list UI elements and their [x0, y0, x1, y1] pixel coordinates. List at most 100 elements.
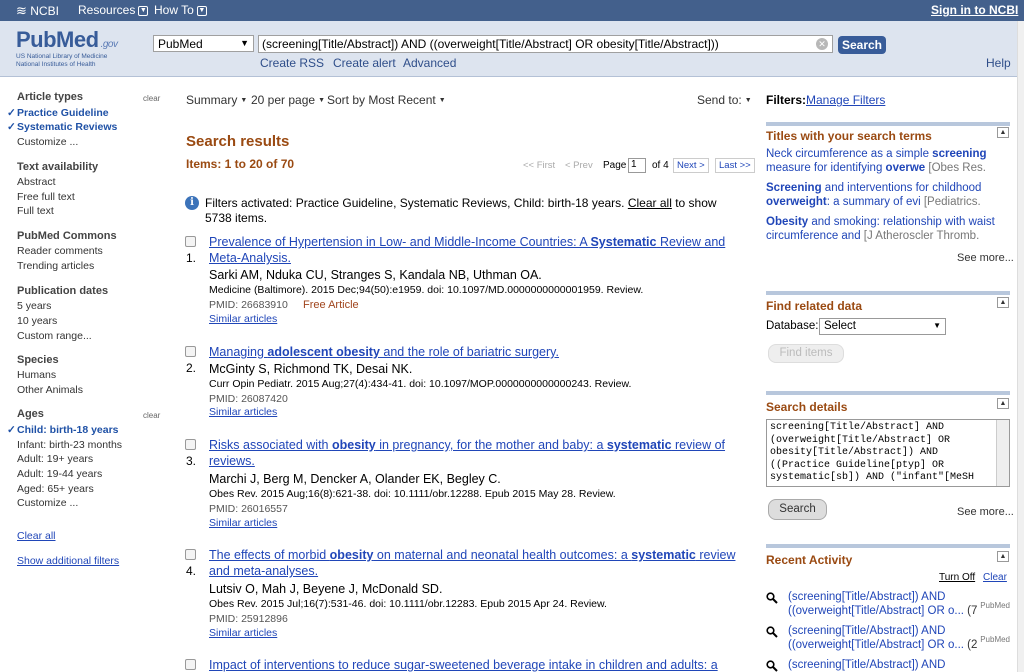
article-types-clear[interactable]: clear [143, 94, 160, 103]
help-link[interactable]: Help [986, 56, 1011, 70]
clear-activity-link[interactable]: Clear [983, 572, 1007, 583]
collapse-icon[interactable]: ▲ [997, 551, 1009, 562]
activity-count: (2 [967, 639, 978, 651]
section-divider [766, 544, 1010, 548]
details-see-more-link[interactable]: See more... [957, 506, 1014, 518]
sign-in-link[interactable]: Sign in to NCBI [931, 3, 1018, 17]
filter-5-years[interactable]: 5 years [17, 300, 51, 312]
filter-abstract[interactable]: Abstract [17, 176, 56, 188]
activity-line: ((overweight[Title/Abstract] OR o... [788, 639, 964, 651]
collapse-icon[interactable]: ▲ [997, 398, 1009, 409]
filter-free-full-text[interactable]: Free full text [17, 191, 75, 203]
related-title-link[interactable]: Obesity and smoking: relationship with w… [766, 215, 1010, 243]
filter-humans[interactable]: Humans [17, 369, 56, 381]
page-number-input[interactable]: 1 [628, 158, 646, 173]
result-checkbox[interactable] [185, 549, 196, 560]
section-divider [766, 291, 1010, 295]
related-title-link[interactable]: Screening and interventions for childhoo… [766, 181, 1010, 209]
result-checkbox[interactable] [185, 236, 196, 247]
result-journal: Obes Rev. 2015 Aug;16(8):621-38. doi: 10… [209, 488, 616, 500]
collapse-icon[interactable]: ▲ [997, 297, 1009, 308]
create-rss-link[interactable]: Create RSS [260, 56, 324, 70]
ncbi-logo[interactable]: ≋ NCBI [16, 3, 59, 19]
clear-search-icon[interactable]: ✕ [816, 38, 828, 50]
create-alert-link[interactable]: Create alert [333, 56, 396, 70]
result-checkbox[interactable] [185, 439, 196, 450]
filter-practice-guideline[interactable]: Practice Guideline [7, 107, 109, 119]
dropdown-arrow-icon: ▼ [240, 38, 249, 48]
result-authors: Sarki AM, Nduka CU, Stranges S, Kandala … [209, 268, 542, 282]
last-page-button[interactable]: Last >> [715, 158, 755, 173]
next-page-button[interactable]: Next > [673, 158, 709, 173]
trending-articles-link[interactable]: Trending articles [17, 260, 94, 272]
clear-all-filters-link[interactable]: Clear all [17, 530, 56, 542]
result-pmid: PMID: 26683910 [209, 299, 288, 311]
resources-menu[interactable]: Resources ▼ [78, 3, 149, 17]
result-checkbox[interactable] [185, 659, 196, 670]
filter-adult-19-44[interactable]: Adult: 19-44 years [17, 468, 102, 480]
send-to-dropdown[interactable]: Send to: ▼ [697, 93, 752, 107]
text-part: measure for identifying [766, 162, 886, 174]
search-icon [766, 626, 778, 638]
howto-menu[interactable]: How To ▼ [154, 3, 207, 17]
clear-filters-link[interactable]: Clear all [628, 196, 672, 210]
collapse-icon[interactable]: ▲ [997, 127, 1009, 138]
filter-aged-65plus[interactable]: Aged: 65+ years [17, 483, 94, 495]
advanced-link[interactable]: Advanced [403, 56, 456, 70]
filter-10-years[interactable]: 10 years [17, 315, 57, 327]
result-checkbox[interactable] [185, 346, 196, 357]
filter-full-text[interactable]: Full text [17, 205, 54, 217]
sort-dropdown[interactable]: Sort by Most Recent ▼ [327, 93, 446, 107]
reader-comments-link[interactable]: Reader comments [17, 245, 103, 257]
species-heading: Species [17, 354, 59, 366]
dropdown-arrow-icon: ▼ [744, 97, 752, 105]
ncbi-top-bar: ≋ NCBI Resources ▼ How To ▼ Sign in to NCB… [0, 0, 1024, 21]
pubmed-logo[interactable]: PubMed .gov [16, 27, 118, 53]
send-to-label: Send to: [697, 93, 742, 107]
per-page-dropdown[interactable]: 20 per page ▼ [251, 93, 325, 107]
filter-infant[interactable]: Infant: birth-23 months [17, 439, 122, 451]
details-scrollbar[interactable] [996, 420, 1009, 486]
result-title-link[interactable]: Managing adolescent obesity and the role… [209, 344, 755, 360]
search-input[interactable]: (screening[Title/Abstract]) AND ((overwe… [258, 35, 833, 53]
result-title-link[interactable]: The effects of morbid obesity on materna… [209, 547, 755, 579]
manage-filters-link[interactable]: Manage Filters [806, 93, 885, 107]
result-pmid: PMID: 25912896 [209, 613, 288, 625]
search-button[interactable]: Search [838, 36, 886, 54]
related-database-select[interactable]: Select ▼ [819, 318, 946, 335]
result-title-link[interactable]: Impact of interventions to reduce sugar-… [209, 657, 755, 672]
page-scrollbar[interactable] [1017, 21, 1024, 672]
find-related-heading: Find related data [766, 299, 863, 313]
filter-other-animals[interactable]: Other Animals [17, 384, 83, 396]
prev-page-button[interactable]: < Prev [565, 160, 593, 171]
ages-customize[interactable]: Customize ... [17, 497, 78, 509]
filter-systematic-reviews[interactable]: Systematic Reviews [7, 121, 117, 133]
ages-clear[interactable]: clear [143, 411, 160, 420]
turn-off-link[interactable]: Turn Off [939, 572, 975, 583]
search-details-textarea[interactable]: screening[Title/Abstract] AND (overweigh… [766, 419, 1010, 487]
text-highlight: Obesity [766, 216, 809, 228]
filter-child[interactable]: Child: birth-18 years [7, 424, 118, 436]
show-additional-filters-link[interactable]: Show additional filters [17, 555, 119, 567]
similar-articles-link[interactable]: Similar articles [209, 517, 277, 529]
result-number: 1. [186, 251, 197, 265]
article-types-customize[interactable]: Customize ... [17, 136, 78, 148]
filter-custom-range[interactable]: Custom range... [17, 330, 92, 342]
database-select[interactable]: PubMed ▼ [153, 35, 254, 52]
similar-articles-link[interactable]: Similar articles [209, 406, 277, 418]
recent-activity-item[interactable]: (screening[Title/Abstract]) AND [788, 658, 1010, 672]
similar-articles-link[interactable]: Similar articles [209, 627, 277, 639]
similar-articles-link[interactable]: Similar articles [209, 313, 277, 325]
recent-activity-item[interactable]: (screening[Title/Abstract]) AND ((overwe… [788, 624, 1010, 654]
summary-dropdown[interactable]: Summary ▼ [186, 93, 247, 107]
related-title-link[interactable]: Neck circumference as a simple screening… [766, 147, 1010, 175]
filter-adult-19plus[interactable]: Adult: 19+ years [17, 453, 93, 465]
result-title-link[interactable]: Risks associated with obesity in pregnan… [209, 437, 755, 469]
details-search-button[interactable]: Search [768, 499, 827, 520]
search-icon [766, 592, 778, 604]
result-title-link[interactable]: Prevalence of Hypertension in Low- and M… [209, 234, 755, 266]
recent-activity-item[interactable]: (screening[Title/Abstract]) AND ((overwe… [788, 590, 1010, 620]
titles-see-more-link[interactable]: See more... [957, 252, 1014, 264]
first-page-button[interactable]: << First [523, 160, 555, 171]
find-items-button[interactable]: Find items [768, 344, 844, 363]
